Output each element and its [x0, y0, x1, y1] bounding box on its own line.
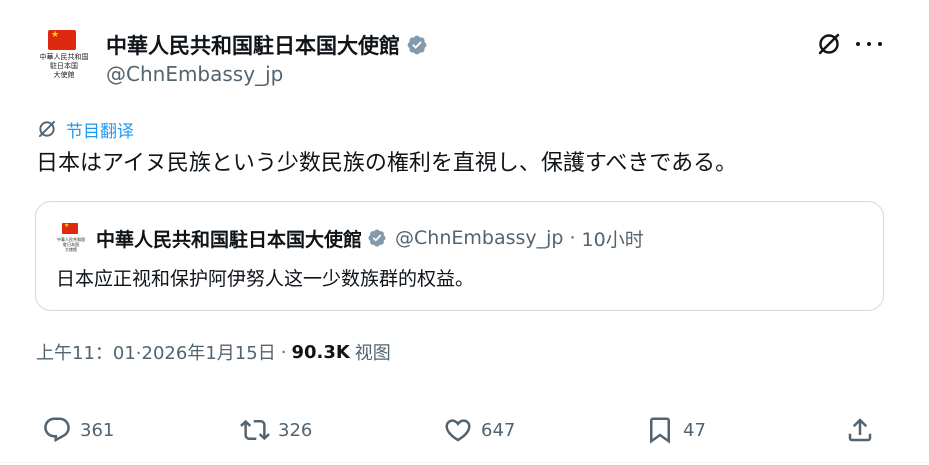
bookmark-icon — [650, 417, 670, 444]
translate-post-link[interactable]: 节目翻译 — [36, 117, 134, 142]
meta-dot-separator: · — [280, 341, 287, 363]
quote-header: 中華人民共和国駐日本国大使館 @ChnEmbassy_jp · 10小时 — [96, 224, 644, 252]
grok-icon — [38, 120, 56, 138]
quote-author-handle: @ChnEmbassy_jp — [395, 227, 564, 249]
china-flag-icon: ★ — [62, 223, 78, 234]
divider — [0, 462, 929, 463]
views-label: 视图 — [354, 343, 391, 364]
quote-dot-separator: · — [569, 227, 576, 249]
views-count: 90.3K — [291, 341, 350, 363]
translate-label: 节目翻译 — [66, 121, 134, 142]
retweet-count: 326 — [278, 419, 313, 441]
quote-author-name: 中華人民共和国駐日本国大使館 — [96, 228, 363, 251]
heart-icon — [445, 419, 471, 442]
more-options-icon[interactable] — [856, 32, 882, 56]
quoted-tweet-card[interactable]: ★ 中華人民共和国 駐日本国 大使館 中華人民共和国駐日本国大使館 @ChnEmba… — [35, 201, 884, 311]
quote-text: 日本应正视和保护阿伊努人这一少数族群的权益。 — [56, 268, 475, 290]
share-button[interactable] — [845, 410, 875, 450]
like-button[interactable]: 647 — [443, 410, 515, 450]
author-avatar[interactable]: ★ 中華人民共和国 駐日本国 大使館 — [36, 26, 92, 90]
author-display-name[interactable]: 中華人民共和国駐日本国大使館 — [106, 30, 400, 60]
share-icon — [848, 418, 872, 442]
reply-button[interactable]: 361 — [42, 410, 114, 450]
reply-icon — [44, 417, 70, 443]
bookmark-count: 47 — [683, 419, 706, 441]
tweet-timestamp[interactable]: 上午11：01·2026年1月15日 — [36, 339, 276, 365]
tweet-meta: 上午11：01·2026年1月15日 · 90.3K 视图 — [36, 339, 391, 365]
tweet-text: 日本はアイヌ民族という少数民族の権利を直視し、保護すべきである。 — [36, 151, 738, 176]
china-flag-icon: ★ — [48, 30, 76, 50]
bookmark-button[interactable]: 47 — [645, 410, 706, 450]
grok-icon[interactable] — [815, 30, 843, 58]
avatar-caption: 中華人民共和国 駐日本国 大使館 — [39, 53, 89, 79]
quote-timestamp: 10小时 — [581, 228, 644, 251]
retweet-icon — [240, 419, 270, 441]
verified-badge-icon — [407, 35, 427, 55]
tweet-actions-bar: 361 326 647 47 — [0, 410, 929, 450]
avatar-caption: 中華人民共和国 駐日本国 大使館 — [57, 237, 85, 252]
verified-badge-icon — [368, 229, 386, 247]
retweet-button[interactable]: 326 — [240, 410, 312, 450]
reply-count: 361 — [80, 419, 115, 441]
quote-author-avatar: ★ 中華人民共和国 駐日本国 大使館 — [56, 222, 86, 258]
like-count: 647 — [481, 419, 516, 441]
author-handle[interactable]: @ChnEmbassy_jp — [106, 62, 283, 86]
author-name-row: 中華人民共和国駐日本国大使館 — [106, 30, 428, 60]
